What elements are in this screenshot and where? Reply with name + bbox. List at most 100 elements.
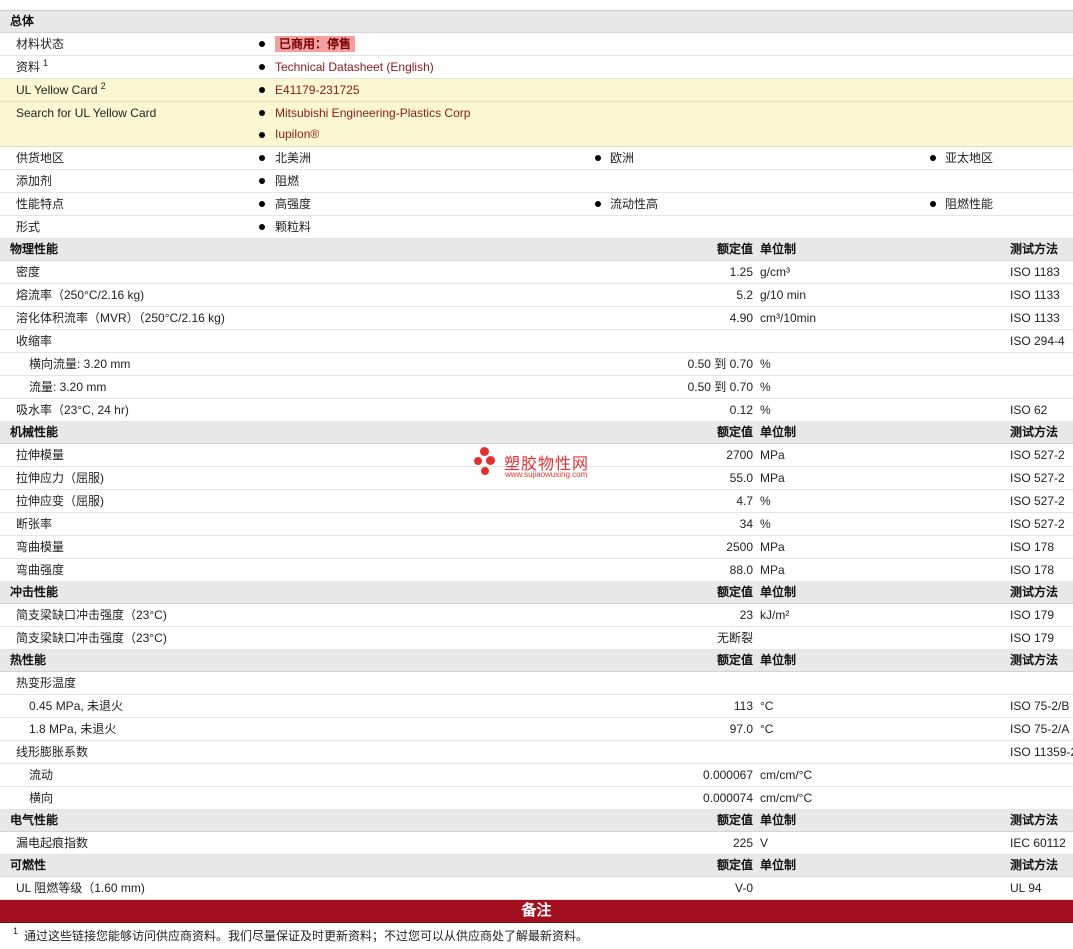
section-electrical-header: 电气性能 额定值 单位制 测试方法 — [0, 810, 1073, 832]
ul-card-link[interactable]: E41179-231725 — [275, 79, 360, 101]
property-unit: MPa — [760, 540, 785, 554]
bullet-icon — [259, 87, 265, 93]
column-header-value: 额定值 — [716, 653, 753, 667]
property-unit: kJ/m² — [760, 608, 790, 622]
property-row: 1.8 MPa, 未退火 97.0 °C ISO 75-2/A — [0, 718, 1073, 741]
property-sections: 物理性能 额定值 单位制 测试方法 密度 1.25 g/cm³ ISO 1183 熔流率（250… — [0, 239, 1073, 900]
column-header-value: 额定值 — [716, 425, 753, 439]
footnote-text: 通过这些链接您能够访问供应商资料。我们尽量保证及时更新资料；不过您可以从供应商处… — [24, 929, 589, 943]
test-method: ISO 179 — [1010, 631, 1055, 645]
column-header-value: 额定值 — [716, 585, 753, 599]
property-unit: MPa — [760, 471, 785, 485]
property-label: 0.45 MPa, 未退火 — [29, 699, 124, 713]
status-badge: 已商用：停售 — [275, 36, 356, 52]
property-value: 5.2 — [736, 288, 753, 302]
test-method: ISO 75-2/B — [1010, 699, 1070, 713]
region-value: 欧洲 — [610, 151, 635, 165]
footnote: 1 通过这些链接您能够访问供应商资料。我们尽量保证及时更新资料；不过您可以从供应… — [0, 923, 1073, 947]
property-row: 弯曲模量 2500 MPa ISO 178 — [0, 536, 1073, 559]
property-row: 流量: 3.20 mm 0.50 到 0.70% — [0, 376, 1073, 399]
row-ul-yellow-card: UL Yellow Card 2 E41179-231725 — [0, 79, 1073, 102]
property-label: UL 阻燃等级（1.60 mm) — [16, 881, 145, 895]
property-value: 34 — [739, 517, 753, 531]
property-value: 97.0 — [729, 722, 753, 736]
property-unit: cm/cm/°C — [760, 791, 813, 805]
test-method: ISO 179 — [1010, 608, 1055, 622]
property-row: 拉伸应力（屈服) 55.0 MPa ISO 527-2 — [0, 467, 1073, 490]
brand-link[interactable]: Iupilon® — [275, 123, 319, 145]
feature-value: 流动性高 — [610, 197, 659, 211]
column-header-method: 测试方法 — [1010, 585, 1059, 599]
property-label: 吸水率（23°C, 24 hr) — [16, 403, 129, 417]
property-row: 热变形温度 — [0, 672, 1073, 695]
datasheet-page: 总体 材料状态 已商用：停售 资料 1 Technical Datasheet (… — [0, 0, 1073, 947]
test-method: ISO 75-2/A — [1010, 722, 1070, 736]
property-value: 23 — [739, 608, 753, 622]
region-value: 北美洲 — [275, 151, 312, 165]
property-row: 流动 0.000067 cm/cm/°C — [0, 764, 1073, 787]
bullet-icon — [595, 201, 601, 207]
property-row: 拉伸模量 2700 MPa ISO 527-2 — [0, 444, 1073, 467]
property-label: 拉伸应力（屈服) — [16, 471, 104, 485]
row-label: 性能特点 — [16, 197, 65, 211]
property-unit: % — [760, 403, 771, 417]
property-label: 弯曲强度 — [16, 563, 65, 577]
row-material-status: 材料状态 已商用：停售 — [0, 33, 1073, 56]
property-unit: % — [760, 517, 771, 531]
column-header-value: 额定值 — [716, 858, 753, 872]
supplier-link[interactable]: Mitsubishi Engineering-Plastics Corp — [275, 102, 470, 124]
property-row: UL 阻燃等级（1.60 mm) V-0 UL 94 — [0, 877, 1073, 900]
feature-value: 高强度 — [275, 197, 312, 211]
property-label: 漏电起痕指数 — [16, 836, 89, 850]
property-value: 无断裂 — [716, 631, 753, 645]
form-value: 颗粒料 — [275, 220, 312, 234]
row-label: 形式 — [16, 220, 41, 234]
property-unit: cm/cm/°C — [760, 768, 813, 782]
property-value: 0.000074 — [702, 791, 753, 805]
row-search-ul: Search for UL Yellow Card Mitsubishi Eng… — [0, 102, 1073, 147]
property-label: 拉伸应变（屈服) — [16, 494, 104, 508]
property-value: 2700 — [726, 448, 753, 462]
property-label: 横向流量: 3.20 mm — [29, 357, 131, 371]
column-header-method: 测试方法 — [1010, 813, 1059, 827]
column-header-unit: 单位制 — [760, 858, 797, 872]
notes-header: 备注 — [0, 900, 1073, 923]
property-value: 55.0 — [729, 471, 753, 485]
section-title: 总体 — [10, 14, 35, 28]
property-label: 流动 — [29, 768, 54, 782]
property-label: 收缩率 — [16, 334, 53, 348]
test-method: UL 94 — [1010, 881, 1042, 895]
test-method: ISO 178 — [1010, 563, 1055, 577]
row-additive: 添加剂 阻燃 — [0, 170, 1073, 193]
section-title: 机械性能 — [10, 425, 59, 439]
column-header-unit: 单位制 — [760, 813, 797, 827]
column-header-value: 额定值 — [716, 813, 753, 827]
property-label: 流量: 3.20 mm — [29, 380, 107, 394]
top-divider — [0, 0, 1073, 11]
property-label: 拉伸模量 — [16, 448, 65, 462]
column-header-method: 测试方法 — [1010, 242, 1059, 256]
datasheet-link[interactable]: Technical Datasheet (English) — [275, 56, 434, 78]
bullet-icon — [259, 41, 265, 47]
footnote-ref: 1 — [43, 58, 49, 68]
row-label: UL Yellow Card 2 — [16, 81, 106, 97]
column-header-unit: 单位制 — [760, 425, 797, 439]
property-row: 拉伸应变（屈服) 4.7% ISO 527-2 — [0, 490, 1073, 513]
property-label: 断张率 — [16, 517, 53, 531]
row-label: 材料状态 — [16, 37, 65, 51]
column-header-method: 测试方法 — [1010, 653, 1059, 667]
row-documents: 资料 1 Technical Datasheet (English) — [0, 56, 1073, 79]
section-impact-header: 冲击性能 额定值 单位制 测试方法 — [0, 582, 1073, 604]
test-method: ISO 527-2 — [1010, 517, 1065, 531]
section-title: 可燃性 — [10, 858, 47, 872]
column-header-method: 测试方法 — [1010, 425, 1059, 439]
property-row: 横向 0.000074 cm/cm/°C — [0, 787, 1073, 810]
bullet-icon — [259, 201, 265, 207]
bullet-icon — [595, 155, 601, 161]
test-method: ISO 178 — [1010, 540, 1055, 554]
test-method: ISO 527-2 — [1010, 471, 1065, 485]
test-method: ISO 294-4 — [1010, 334, 1065, 348]
property-label: 1.8 MPa, 未退火 — [29, 722, 117, 736]
row-supply-region: 供货地区 北美洲 欧洲 亚太地区 — [0, 147, 1073, 170]
property-row: 0.45 MPa, 未退火 113 °C ISO 75-2/B — [0, 695, 1073, 718]
